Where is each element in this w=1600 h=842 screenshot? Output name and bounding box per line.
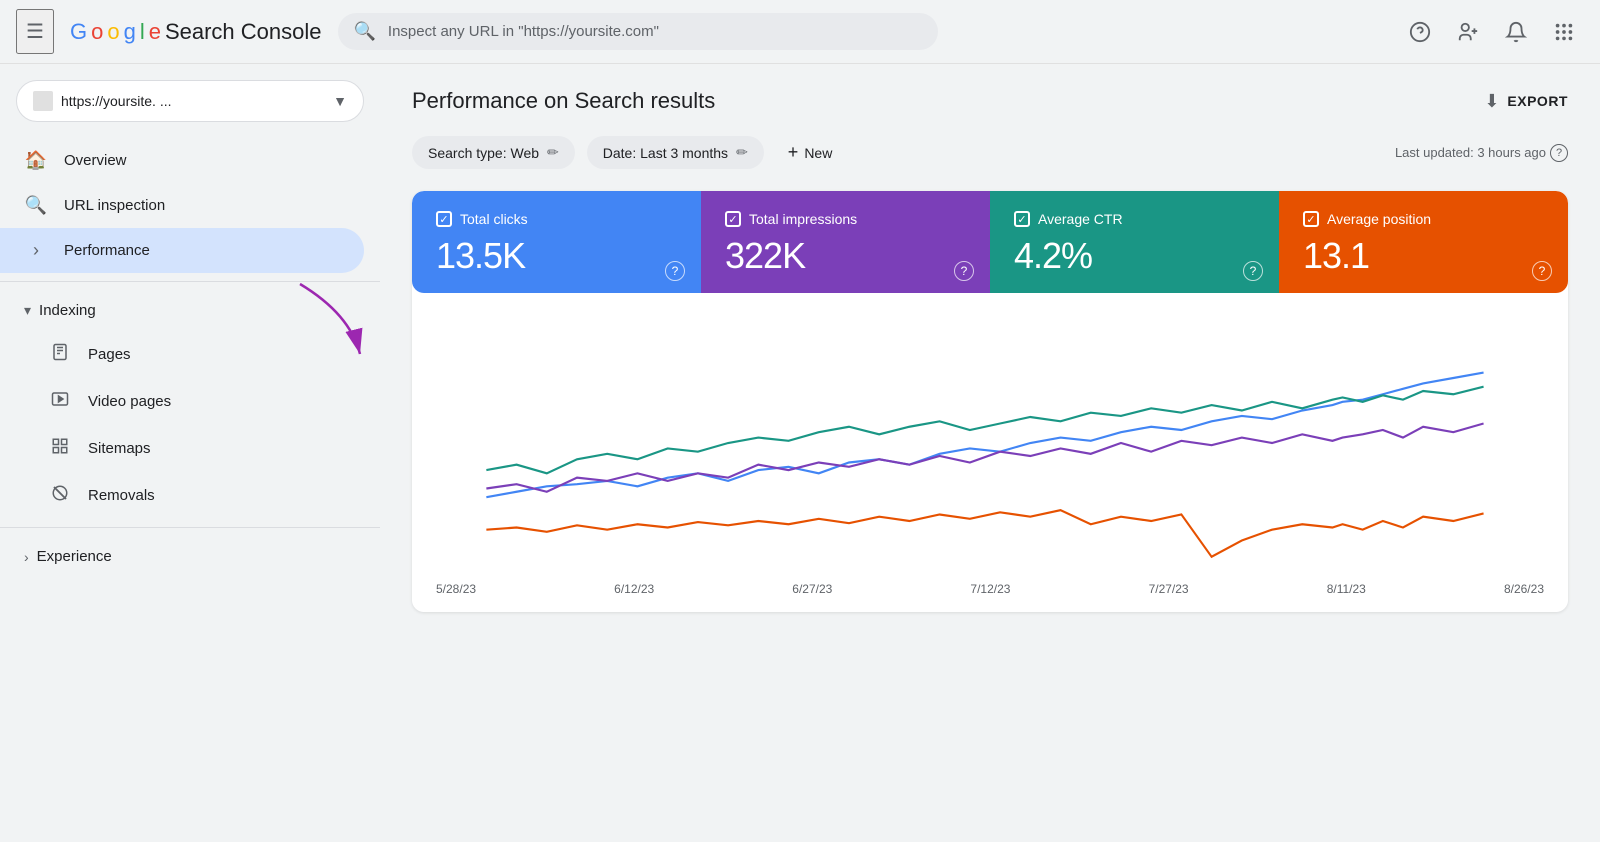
topbar: ☰ Google Search Console 🔍 Inspect any UR… [0, 0, 1600, 64]
sidebar-item-url-inspection-label: URL inspection [64, 197, 165, 214]
chart-area: 5/28/23 6/12/23 6/27/23 7/12/23 7/27/23 … [412, 293, 1568, 612]
metric-average-ctr[interactable]: Average CTR 4.2% ? [990, 191, 1279, 293]
hamburger-button[interactable]: ☰ [16, 9, 54, 54]
sidebar-item-performance[interactable]: › Performance [0, 228, 364, 273]
info-icon: ? [1550, 144, 1568, 162]
sidebar-item-pages-label: Pages [88, 346, 131, 363]
metric-help-ctr[interactable]: ? [1243, 261, 1263, 281]
sidebar-item-video-pages[interactable]: Video pages [0, 378, 364, 425]
metric-checkbox-impressions [725, 211, 741, 227]
pages-icon [48, 343, 72, 366]
sidebar: https://yoursite. ... ▼ 🏠 Overview 🔍 URL… [0, 64, 380, 842]
chart-x-labels: 5/28/23 6/12/23 6/27/23 7/12/23 7/27/23 … [436, 578, 1544, 596]
edit-icon: ✏ [547, 144, 559, 161]
x-label-3: 7/12/23 [970, 582, 1010, 596]
main-layout: https://yoursite. ... ▼ 🏠 Overview 🔍 URL… [0, 64, 1600, 842]
site-favicon [33, 91, 53, 111]
metric-value-ctr: 4.2% [1014, 235, 1255, 277]
metrics-row: Total clicks 13.5K ? Total impressions 3… [412, 191, 1568, 293]
search-type-filter[interactable]: Search type: Web ✏ [412, 136, 575, 169]
app-logo: Google Search Console [70, 19, 322, 45]
export-area: ⬇ EXPORT [1484, 91, 1568, 112]
date-label: Date: Last 3 months [603, 145, 728, 161]
metric-value-position: 13.1 [1303, 235, 1544, 277]
metrics-chart-container: Total clicks 13.5K ? Total impressions 3… [412, 191, 1568, 612]
x-label-4: 7/27/23 [1149, 582, 1189, 596]
metric-checkbox-position [1303, 211, 1319, 227]
search-icon: 🔍 [354, 21, 376, 42]
sidebar-item-overview-label: Overview [64, 152, 127, 169]
date-filter[interactable]: Date: Last 3 months ✏ [587, 136, 764, 169]
expand-icon: ▾ [24, 302, 31, 319]
sidebar-item-pages[interactable]: Pages [0, 331, 364, 378]
indexing-label: Indexing [39, 302, 96, 319]
metric-help-position[interactable]: ? [1532, 261, 1552, 281]
metric-checkbox-ctr [1014, 211, 1030, 227]
metric-checkbox-clicks [436, 211, 452, 227]
page-title: Performance on Search results [412, 88, 715, 114]
divider [0, 281, 380, 282]
x-label-0: 5/28/23 [436, 582, 476, 596]
sidebar-item-performance-label: Performance [64, 242, 150, 259]
sidebar-item-removals-label: Removals [88, 487, 155, 504]
metric-help-impressions[interactable]: ? [954, 261, 974, 281]
x-label-5: 8/11/23 [1327, 582, 1366, 596]
metric-average-position[interactable]: Average position 13.1 ? [1279, 191, 1568, 293]
search-type-label: Search type: Web [428, 145, 539, 161]
plus-icon: + [788, 142, 799, 163]
divider-2 [0, 527, 380, 528]
download-icon: ⬇ [1484, 91, 1499, 112]
help-icon[interactable] [1400, 12, 1440, 52]
sidebar-item-video-pages-label: Video pages [88, 393, 171, 410]
sidebar-item-overview[interactable]: 🏠 Overview [0, 138, 364, 183]
chevron-down-icon: ▼ [333, 93, 347, 109]
last-updated: Last updated: 3 hours ago ? [1395, 144, 1568, 162]
page-header: Performance on Search results ⬇ EXPORT [412, 88, 1568, 114]
last-updated-text: Last updated: 3 hours ago [1395, 145, 1546, 160]
sidebar-item-url-inspection[interactable]: 🔍 URL inspection [0, 183, 364, 228]
home-icon: 🏠 [24, 150, 48, 171]
filters-bar: Search type: Web ✏ Date: Last 3 months ✏… [412, 134, 1568, 171]
sidebar-item-removals[interactable]: Removals [0, 472, 364, 519]
topbar-actions [1400, 12, 1584, 52]
video-icon [48, 390, 72, 413]
metric-label-impressions: Total impressions [749, 211, 857, 227]
export-button[interactable]: EXPORT [1507, 93, 1568, 109]
performance-chart [436, 313, 1544, 573]
metric-total-clicks[interactable]: Total clicks 13.5K ? [412, 191, 701, 293]
metric-label-ctr: Average CTR [1038, 211, 1123, 227]
notifications-icon[interactable] [1496, 12, 1536, 52]
metric-label-clicks: Total clicks [460, 211, 528, 227]
edit-icon-2: ✏ [736, 144, 748, 161]
indexing-section-header[interactable]: ▾ Indexing [0, 290, 380, 331]
expand-icon-2: › [24, 549, 29, 565]
main-content: Performance on Search results ⬇ EXPORT S… [380, 64, 1600, 842]
search-placeholder: Inspect any URL in "https://yoursite.com… [388, 23, 659, 40]
apps-icon[interactable] [1544, 12, 1584, 52]
metric-label-position: Average position [1327, 211, 1431, 227]
experience-label: Experience [37, 548, 112, 565]
sidebar-item-sitemaps-label: Sitemaps [88, 440, 151, 457]
metric-value-impressions: 322K [725, 235, 966, 277]
experience-section-header[interactable]: › Experience [0, 536, 380, 577]
metric-total-impressions[interactable]: Total impressions 322K ? [701, 191, 990, 293]
new-label: New [804, 145, 832, 161]
x-label-6: 8/26/23 [1504, 582, 1544, 596]
x-label-2: 6/27/23 [792, 582, 832, 596]
url-search-bar[interactable]: 🔍 Inspect any URL in "https://yoursite.c… [338, 13, 938, 50]
site-name: https://yoursite. ... [61, 93, 325, 109]
new-filter-button[interactable]: + New [776, 134, 845, 171]
sitemaps-icon [48, 437, 72, 460]
chevron-right-icon: › [24, 240, 48, 261]
x-label-1: 6/12/23 [614, 582, 654, 596]
manage-accounts-icon[interactable] [1448, 12, 1488, 52]
removals-icon [48, 484, 72, 507]
sidebar-item-sitemaps[interactable]: Sitemaps [0, 425, 364, 472]
metric-value-clicks: 13.5K [436, 235, 677, 277]
site-selector[interactable]: https://yoursite. ... ▼ [16, 80, 364, 122]
search-icon: 🔍 [24, 195, 48, 216]
metric-help-clicks[interactable]: ? [665, 261, 685, 281]
